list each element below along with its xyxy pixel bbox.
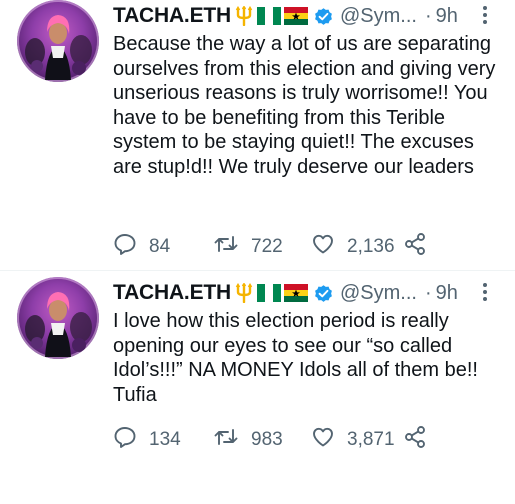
separator-dot: ·	[424, 4, 432, 27]
reply-button[interactable]: 134	[113, 425, 209, 454]
tweet-actions: 84 722 2,136	[113, 232, 427, 261]
retweet-button[interactable]: 722	[213, 232, 311, 261]
tweet-text: I love how this election period is reall…	[113, 310, 478, 406]
tweet[interactable]: TACHA.ETH	[0, 277, 515, 503]
reply-button[interactable]: 84	[113, 232, 209, 261]
retweet-icon	[213, 232, 239, 261]
reply-icon	[113, 425, 137, 454]
reply-count: 84	[149, 235, 171, 257]
trident-emoji	[234, 283, 254, 303]
retweet-count: 722	[251, 235, 283, 257]
share-button[interactable]	[403, 232, 427, 261]
tweet-actions: 134 983 3,871	[113, 425, 427, 454]
avatar[interactable]	[17, 277, 99, 359]
display-name[interactable]: TACHA.ETH	[113, 281, 231, 305]
retweet-button[interactable]: 983	[213, 425, 311, 454]
more-icon[interactable]	[481, 281, 489, 308]
share-icon	[403, 425, 427, 454]
ghana-flag-emoji	[283, 284, 308, 302]
like-count: 3,871	[347, 428, 395, 450]
tweet[interactable]: TACHA.ETH	[0, 0, 515, 266]
reply-icon	[113, 232, 137, 261]
ghana-flag-emoji	[283, 7, 308, 25]
tweet-header: TACHA.ETH @Sym... · 9h	[113, 2, 458, 30]
share-icon	[403, 232, 427, 261]
nigeria-flag-emoji	[256, 7, 281, 25]
reply-count: 134	[149, 428, 181, 450]
like-button[interactable]: 3,871	[311, 425, 403, 454]
nigeria-flag-emoji	[256, 284, 281, 302]
tweet-header: TACHA.ETH @Sym... · 9h	[113, 279, 458, 307]
more-icon[interactable]	[481, 4, 489, 31]
timestamp[interactable]: 9h	[436, 282, 458, 305]
like-icon	[311, 232, 335, 261]
tweet-divider	[0, 270, 515, 271]
timestamp[interactable]: 9h	[436, 5, 458, 28]
handle[interactable]: @Sym...	[340, 5, 417, 28]
handle[interactable]: @Sym...	[340, 282, 417, 305]
share-button[interactable]	[403, 425, 427, 454]
verified-badge-icon	[313, 6, 334, 27]
retweet-count: 983	[251, 428, 283, 450]
like-count: 2,136	[347, 235, 395, 257]
display-name[interactable]: TACHA.ETH	[113, 4, 231, 28]
like-button[interactable]: 2,136	[311, 232, 403, 261]
like-icon	[311, 425, 335, 454]
avatar[interactable]	[17, 0, 99, 82]
trident-emoji	[234, 6, 254, 26]
separator-dot: ·	[424, 281, 432, 304]
verified-badge-icon	[313, 283, 334, 304]
retweet-icon	[213, 425, 239, 454]
tweet-text: Because the way a lot of us are separati…	[113, 33, 496, 178]
